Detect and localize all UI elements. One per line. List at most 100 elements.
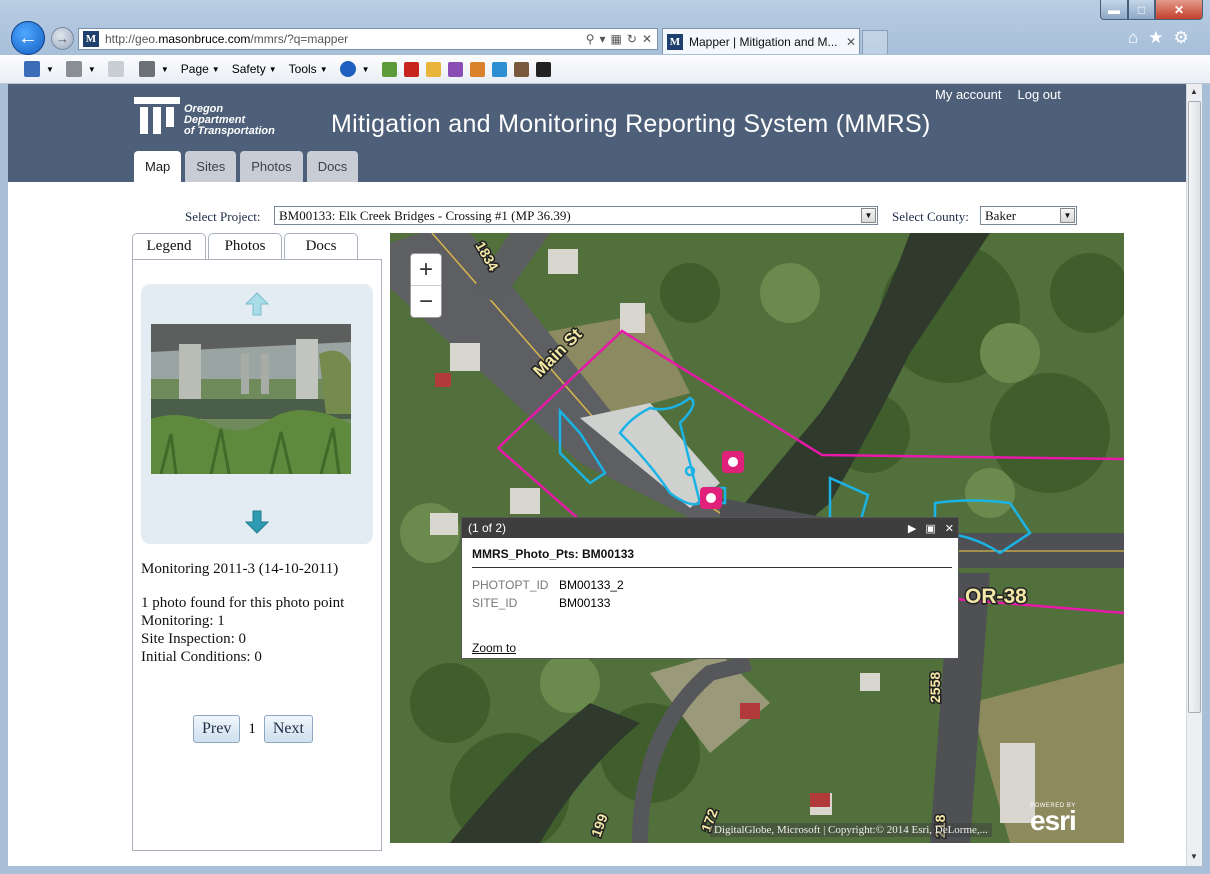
maximize-popup-icon[interactable]: ▣ bbox=[925, 522, 935, 535]
project-selector-bar: Select Project: BM00133: Elk Creek Bridg… bbox=[8, 206, 1186, 226]
road-label-or38: OR-38 bbox=[965, 585, 1027, 608]
addon-icon[interactable] bbox=[491, 61, 507, 77]
home-command[interactable]: ▼ bbox=[24, 61, 54, 77]
odot-logo-text: Oregon Department of Transportation bbox=[184, 103, 275, 137]
window-frame-right bbox=[1202, 84, 1210, 874]
site-favicon-icon: M bbox=[83, 31, 99, 47]
attribute-value: BM00133 bbox=[559, 596, 611, 610]
attribute-table: PHOTOPT_ID BM00133_2 SITE_ID BM00133 bbox=[472, 576, 624, 612]
addon-icon[interactable] bbox=[403, 61, 419, 77]
address-bar[interactable]: M http://geo.masonbruce.com/mmrs/?q=mapp… bbox=[78, 28, 658, 50]
close-window-button[interactable]: ✕ bbox=[1155, 0, 1203, 20]
arrow-down-icon[interactable] bbox=[245, 510, 269, 534]
tools-menu[interactable]: Tools ▼ bbox=[289, 62, 328, 76]
page-viewport: Oregon Department of Transportation Miti… bbox=[8, 84, 1186, 866]
search-icon[interactable]: ⚲ bbox=[586, 32, 595, 46]
addon-icon[interactable] bbox=[469, 61, 485, 77]
window-frame-bottom bbox=[0, 866, 1210, 874]
tab-photos[interactable]: Photos bbox=[240, 151, 303, 182]
tab-sites[interactable]: Sites bbox=[185, 151, 237, 182]
page-menu[interactable]: Page ▼ bbox=[181, 62, 220, 76]
next-button[interactable]: Next bbox=[263, 715, 313, 743]
minimize-button[interactable]: ▬ bbox=[1100, 0, 1128, 20]
addon-icon[interactable] bbox=[381, 61, 397, 77]
help-menu[interactable]: ▼ bbox=[339, 61, 370, 77]
home-icon[interactable]: ⌂ bbox=[1128, 28, 1138, 48]
maximize-button[interactable]: □ bbox=[1128, 0, 1155, 20]
esri-logo[interactable]: POWERED BY esri bbox=[1030, 803, 1077, 835]
addon-icon[interactable] bbox=[447, 61, 463, 77]
window-frame-left bbox=[0, 84, 8, 874]
forward-arrow-icon: → bbox=[56, 31, 69, 46]
addon-icon[interactable] bbox=[535, 61, 551, 77]
tab-side-docs[interactable]: Docs bbox=[284, 233, 358, 259]
refresh-icon[interactable]: ↻ bbox=[627, 32, 637, 46]
photo-caption: Monitoring 2011-3 (14-10-2011) bbox=[141, 561, 339, 577]
back-arrow-icon: ← bbox=[18, 26, 38, 49]
zoom-to-link[interactable]: Zoom to bbox=[472, 641, 516, 655]
address-url[interactable]: http://geo.masonbruce.com/mmrs/?q=mapper bbox=[105, 32, 586, 46]
my-account-link[interactable]: My account bbox=[935, 87, 1001, 102]
help-icon bbox=[339, 61, 356, 77]
popup-header: (1 of 2) ▶ ▣ ✕ bbox=[462, 518, 958, 538]
logout-link[interactable]: Log out bbox=[1017, 87, 1060, 102]
stop-icon[interactable]: ✕ bbox=[642, 32, 652, 46]
rss-icon bbox=[65, 61, 82, 77]
compat-view-icon[interactable]: ▦ bbox=[611, 32, 622, 46]
addon-icon[interactable] bbox=[513, 61, 529, 77]
odot-logo-icon bbox=[134, 97, 180, 134]
tab-side-photos[interactable]: Photos bbox=[208, 233, 282, 259]
bridge-photo-image bbox=[151, 324, 351, 474]
photo-pager: Prev 1 Next bbox=[193, 715, 313, 743]
scroll-down-icon[interactable]: ▼ bbox=[1190, 852, 1198, 861]
page-number: 1 bbox=[248, 720, 256, 737]
print-command[interactable]: ▼ bbox=[138, 61, 169, 77]
table-row: PHOTOPT_ID BM00133_2 bbox=[472, 576, 624, 594]
scroll-up-icon[interactable]: ▲ bbox=[1190, 87, 1198, 96]
site-header: Oregon Department of Transportation Miti… bbox=[8, 84, 1186, 182]
zoom-out-button[interactable]: − bbox=[411, 286, 441, 318]
page-title: Mitigation and Monitoring Reporting Syst… bbox=[331, 110, 931, 138]
initial-conditions-count: Initial Conditions: 0 bbox=[141, 649, 262, 665]
tab-legend[interactable]: Legend bbox=[132, 233, 206, 259]
photo-thumbnail[interactable] bbox=[151, 324, 351, 474]
new-tab-button[interactable] bbox=[862, 30, 888, 54]
county-select[interactable]: Baker ▼ bbox=[980, 206, 1077, 225]
browser-tab-mapper[interactable]: M Mapper | Mitigation and M... ✕ bbox=[662, 28, 860, 54]
map-attribution: DigitalGlobe, Microsoft | Copyright:© 20… bbox=[710, 823, 992, 837]
page-scrollbar[interactable]: ▲ ▼ bbox=[1186, 84, 1202, 866]
feeds-command[interactable]: ▼ bbox=[65, 61, 96, 77]
mail-command[interactable] bbox=[107, 61, 127, 77]
project-select[interactable]: BM00133: Elk Creek Bridges - Crossing #1… bbox=[274, 206, 878, 225]
tab-close-icon[interactable]: ✕ bbox=[843, 35, 859, 49]
scrollbar-thumb[interactable] bbox=[1188, 101, 1201, 713]
prev-button[interactable]: Prev bbox=[193, 715, 241, 743]
next-feature-icon[interactable]: ▶ bbox=[908, 522, 916, 535]
photo-info: Monitoring 2011-3 (14-10-2011) 1 photo f… bbox=[141, 560, 376, 666]
chevron-down-icon: ▼ bbox=[1060, 208, 1075, 223]
tab-docs[interactable]: Docs bbox=[306, 151, 359, 182]
map-view[interactable]: Main St OR-38 2558 1834 199 172 218 + − … bbox=[390, 233, 1124, 843]
tab-title: Mapper | Mitigation and M... bbox=[689, 34, 838, 49]
back-button[interactable]: ← bbox=[11, 21, 45, 55]
side-panel-tabs: Legend Photos Docs bbox=[132, 233, 358, 259]
favorites-star-icon[interactable]: ★ bbox=[1148, 28, 1163, 48]
photos-panel: Monitoring 2011-3 (14-10-2011) 1 photo f… bbox=[132, 259, 382, 851]
photo-count-text: 1 photo found for this photo point bbox=[141, 595, 345, 611]
zoom-control: + − bbox=[410, 253, 442, 318]
settings-gear-icon[interactable]: ⚙ bbox=[1174, 28, 1189, 48]
close-popup-icon[interactable]: ✕ bbox=[945, 522, 954, 535]
zoom-in-button[interactable]: + bbox=[411, 254, 441, 286]
chevron-down-icon: ▼ bbox=[861, 208, 876, 223]
forward-button[interactable]: → bbox=[51, 27, 74, 50]
close-icon: ✕ bbox=[1173, 2, 1185, 17]
safety-menu[interactable]: Safety ▼ bbox=[232, 62, 277, 76]
dropdown-icon[interactable]: ▾ bbox=[600, 32, 606, 46]
attribute-value: BM00133_2 bbox=[559, 578, 624, 592]
addon-icon[interactable] bbox=[425, 61, 441, 77]
printer-icon bbox=[138, 61, 155, 77]
arrow-up-icon[interactable] bbox=[245, 292, 269, 316]
feature-popup: (1 of 2) ▶ ▣ ✕ MMRS_Photo_Pts: BM00133 P… bbox=[461, 517, 959, 659]
maximize-icon: □ bbox=[1137, 2, 1146, 17]
tab-map[interactable]: Map bbox=[134, 151, 182, 182]
